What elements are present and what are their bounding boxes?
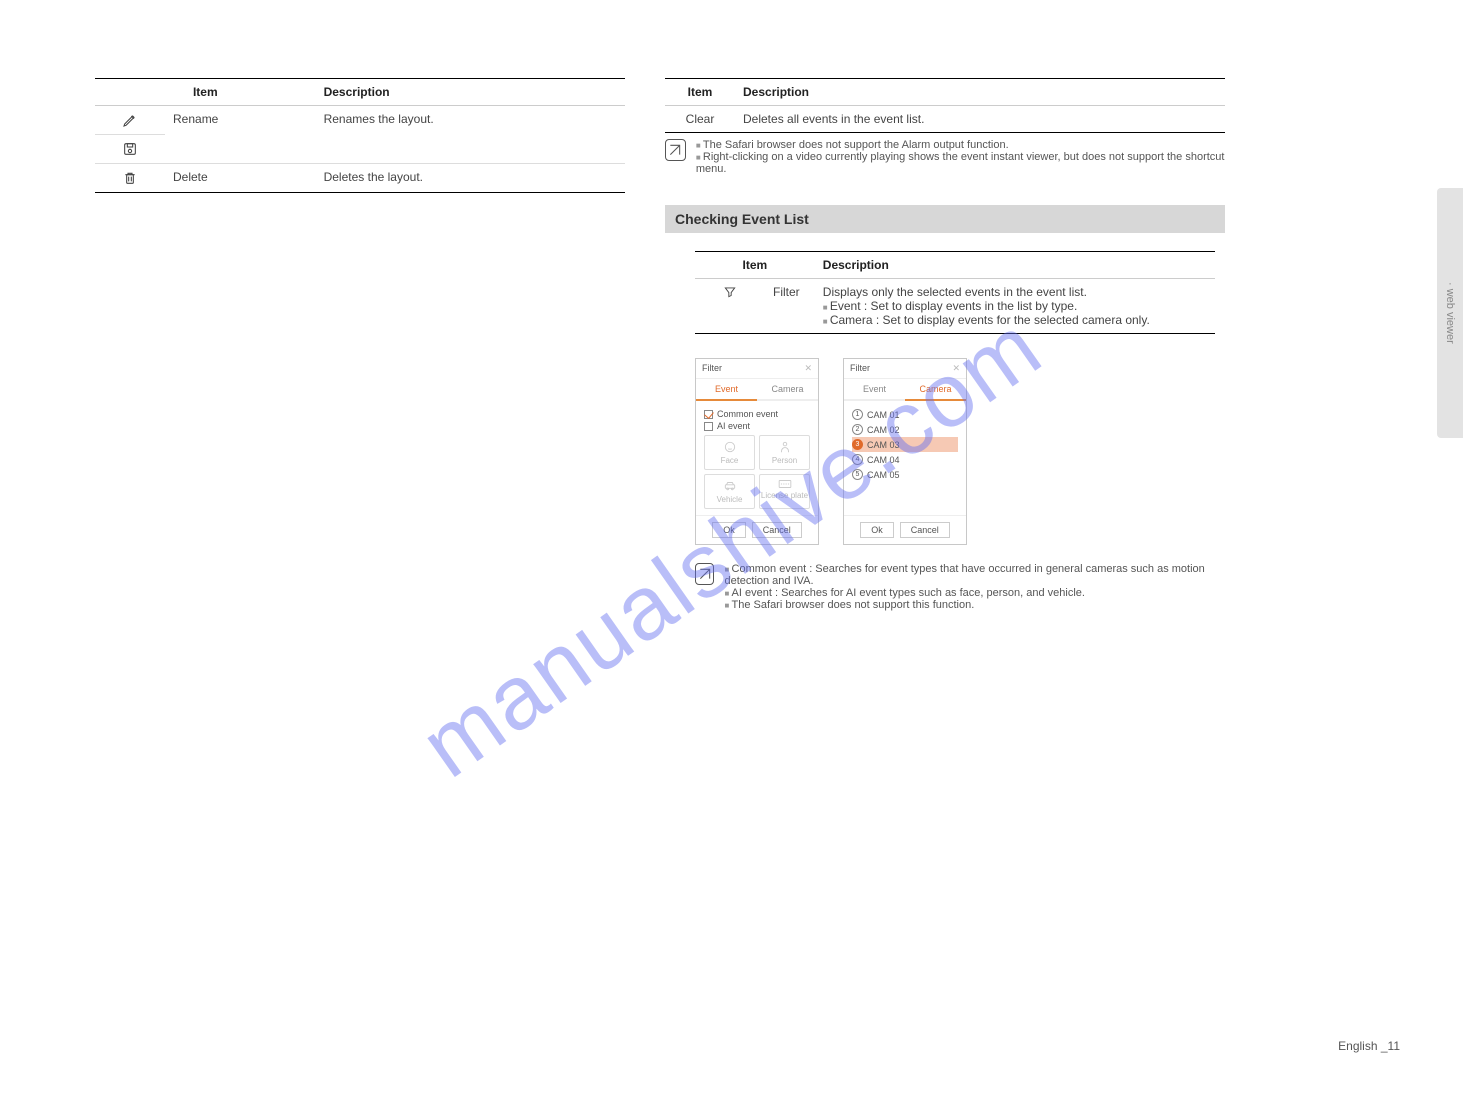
note-icon [695,563,714,585]
tile-vehicle[interactable]: Vehicle [704,474,755,509]
note1-line2: Right-clicking on a video currently play… [696,151,1225,175]
cell-delete-label: Delete [165,164,316,193]
cell-clear-label: Clear [665,106,735,133]
tile-license-plate[interactable]: License plate [759,474,810,509]
check-common-event[interactable]: Common event [704,409,810,419]
close-icon[interactable]: ✕ [804,363,812,374]
cam-item-2[interactable]: 2CAM 02 [852,422,958,437]
side-tab: · web viewer [1437,188,1463,438]
filter-desc-line1: Event : Set to display events in the lis… [830,299,1077,313]
camera-list: 1CAM 01 2CAM 02 3CAM 03 4CAM 04 5CAM 05 [852,407,958,482]
th-desc-r: Description [735,79,1225,106]
filter-table: Item Description Filter Displays only th… [695,251,1215,334]
footer: English _11 [1338,1039,1403,1053]
row-clear: Clear Deletes all events in the event li… [665,106,1225,133]
cell-clear-desc: Deletes all events in the event list. [735,106,1225,133]
section-title: Checking Event List [665,205,1225,233]
clear-table: Item Description Clear Deletes all event… [665,78,1225,133]
th-item: Item [95,79,316,106]
th-item-r: Item [665,79,735,106]
layout-actions-table: Item Description Rename Renames the layo… [95,78,625,193]
row-rename: Rename Renames the layout. [95,106,625,135]
filter-title-event: Filter [702,363,722,374]
filter-desc-line2: Camera : Set to display events for the s… [830,313,1150,327]
filter-dialog-camera: Filter ✕ Event Camera 1CAM 01 2CAM 02 3C… [843,358,967,545]
tab-camera[interactable]: Camera [757,379,818,399]
footer-text: English [1338,1039,1377,1053]
filter-title-camera: Filter [850,363,870,374]
note-1: The Safari browser does not support the … [665,139,1225,175]
th-desc: Description [316,79,625,106]
close-icon[interactable]: ✕ [952,363,960,374]
note2-line1: Common event : Searches for event types … [724,563,1225,587]
cancel-button-2[interactable]: Cancel [900,522,950,538]
funnel-icon [695,279,765,334]
page-number: _11 [1381,1039,1400,1053]
cell-filter-desc: Displays only the selected events in the… [815,279,1215,334]
cell-filter-label: Filter [765,279,815,334]
cell-rename-desc: Renames the layout. [316,106,625,164]
trash-icon [95,164,165,193]
tab-event-2[interactable]: Event [844,379,905,399]
floppy-icon [95,135,165,164]
ok-button[interactable]: Ok [712,522,746,538]
th-desc-f: Description [815,252,1215,279]
note-icon [665,139,686,161]
cell-delete-desc: Deletes the layout. [316,164,625,193]
cam-item-1[interactable]: 1CAM 01 [852,407,958,422]
cam-item-4[interactable]: 4CAM 04 [852,452,958,467]
check-ai-event[interactable]: AI event [704,421,810,431]
row-delete: Delete Deletes the layout. [95,164,625,193]
tab-event[interactable]: Event [696,379,757,401]
note1-line1: The Safari browser does not support the … [696,139,1225,151]
row-filter: Filter Displays only the selected events… [695,279,1215,334]
note2-line3: The Safari browser does not support this… [724,599,1225,611]
pencil-icon [95,106,165,135]
right-column: Item Description Clear Deletes all event… [665,78,1225,611]
filter-desc-line0: Displays only the selected events in the… [823,285,1207,299]
cam-item-5[interactable]: 5CAM 05 [852,467,958,482]
cam-item-3[interactable]: 3CAM 03 [852,437,958,452]
note-2: Common event : Searches for event types … [695,563,1225,611]
th-item-f: Item [695,252,815,279]
tab-camera-2[interactable]: Camera [905,379,966,401]
cell-rename-label: Rename [165,106,316,164]
ok-button-2[interactable]: Ok [860,522,894,538]
tile-face[interactable]: Face [704,435,755,470]
tile-person[interactable]: Person [759,435,810,470]
note2-line2: AI event : Searches for AI event types s… [724,587,1225,599]
cancel-button[interactable]: Cancel [752,522,802,538]
filter-dialog-event: Filter ✕ Event Camera Common event AI ev… [695,358,819,545]
left-column: Item Description Rename Renames the layo… [95,78,625,193]
